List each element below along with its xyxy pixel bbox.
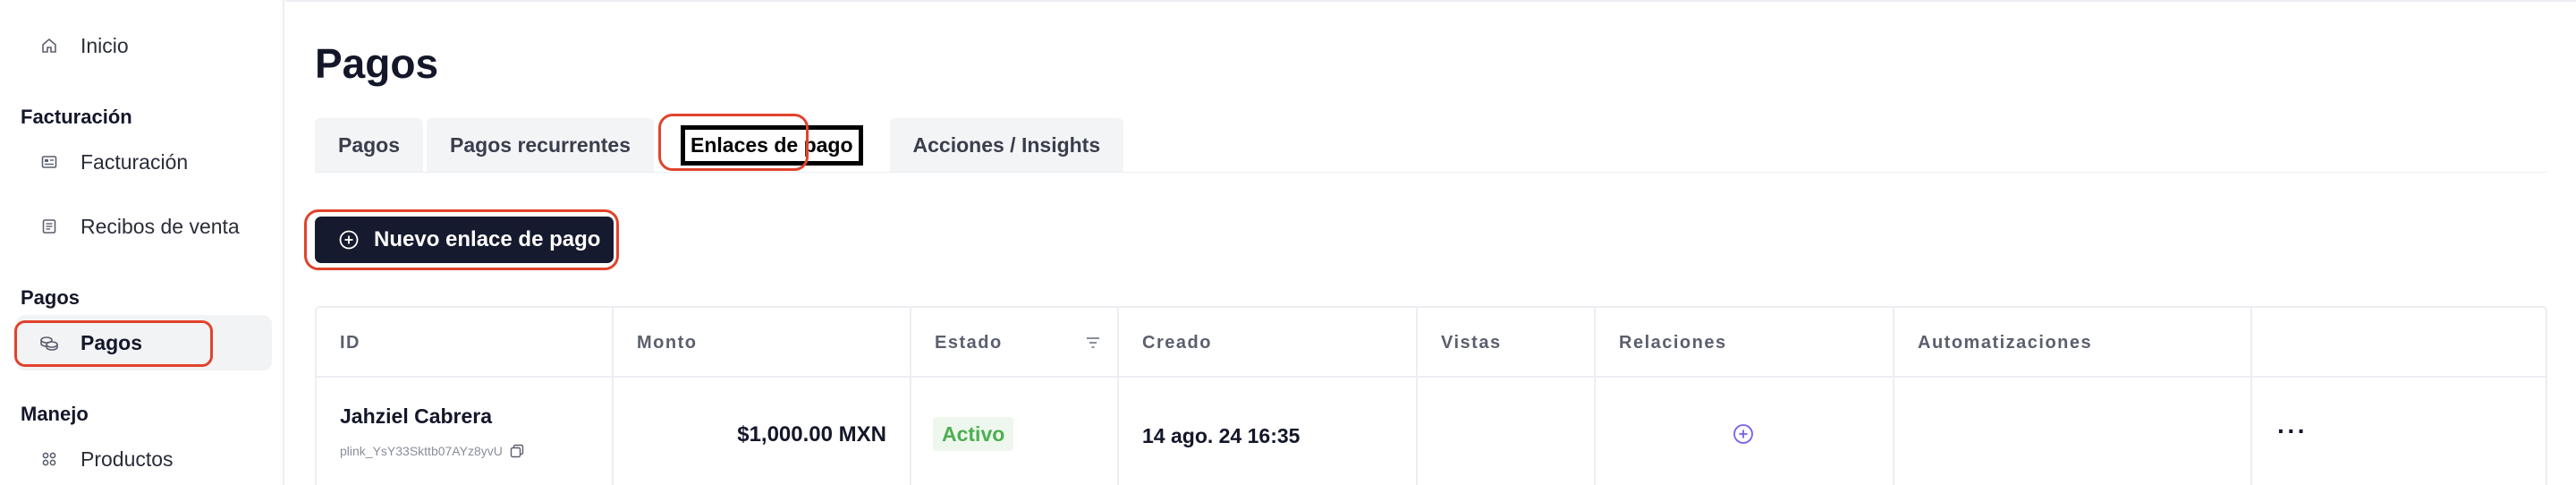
sidebar-section-pagos: Pagos xyxy=(21,286,80,309)
add-relation-icon[interactable] xyxy=(1732,422,1755,446)
column-header-relaciones[interactable]: Relaciones xyxy=(1596,308,1894,378)
cell-automatizaciones xyxy=(1894,378,2252,485)
sidebar-item-label: Productos xyxy=(80,447,174,471)
column-header-actions xyxy=(2252,308,2547,378)
tab-acciones-insights[interactable]: Acciones / Insights xyxy=(889,118,1124,172)
coins-icon xyxy=(38,331,61,354)
cell-actions: ··· xyxy=(2252,378,2547,485)
amount: $1,000.00 MXN xyxy=(737,422,886,447)
grid-icon xyxy=(38,447,61,471)
sidebar-item-productos[interactable]: Productos xyxy=(16,431,272,485)
payment-link-id-text: plink_YsY33Skttb07AYz8yvU xyxy=(340,444,503,458)
invoice-icon xyxy=(38,150,61,174)
cell-monto: $1,000.00 MXN xyxy=(614,378,911,485)
sidebar-item-facturacion[interactable]: Facturación xyxy=(16,134,272,190)
payment-links-table: ID Monto Estado Creado Vistas Relaciones… xyxy=(315,306,2547,485)
cell-creado: 14 ago. 24 16:35 xyxy=(1119,378,1418,485)
sidebar-section-facturacion: Facturación xyxy=(21,106,132,128)
sidebar-item-label: Recibos de venta xyxy=(80,214,240,238)
column-label: Estado xyxy=(935,332,1003,353)
tab-label: Enlaces de pago xyxy=(681,124,863,166)
copy-icon[interactable] xyxy=(510,444,524,458)
cell-id: Jahziel Cabrera plink_YsY33Skttb07AYz8yv… xyxy=(317,378,614,485)
column-header-monto[interactable]: Monto xyxy=(614,308,911,378)
sidebar-item-pagos[interactable]: Pagos xyxy=(16,315,272,370)
cell-estado: Activo xyxy=(911,378,1119,485)
tab-pagos-recurrentes[interactable]: Pagos recurrentes xyxy=(427,118,655,172)
receipt-icon xyxy=(38,215,61,238)
tab-bar: Pagos Pagos recurrentes Enlaces de pago … xyxy=(315,118,1124,172)
sidebar-item-inicio[interactable]: Inicio xyxy=(16,18,272,73)
sidebar-section-manejo: Manejo xyxy=(21,403,89,425)
new-payment-link-button[interactable]: Nuevo enlace de pago xyxy=(315,217,614,263)
column-header-id[interactable]: ID xyxy=(317,308,614,378)
button-label: Nuevo enlace de pago xyxy=(374,227,601,251)
column-header-creado[interactable]: Creado xyxy=(1119,308,1418,378)
sidebar-item-recibos-de-venta[interactable]: Recibos de venta xyxy=(16,199,272,254)
created-date: 14 ago. 24 16:35 xyxy=(1142,424,1301,447)
customer-name: Jahziel Cabrera xyxy=(340,404,493,428)
divider xyxy=(315,172,2547,173)
cell-relaciones xyxy=(1596,378,1894,485)
sidebar: Inicio Facturación Facturación Recibos d… xyxy=(0,0,284,485)
home-icon xyxy=(38,34,61,57)
table-header: ID Monto Estado Creado Vistas Relaciones… xyxy=(317,308,2546,378)
payment-link-id: plink_YsY33Skttb07AYz8yvU xyxy=(340,444,524,458)
tab-pagos[interactable]: Pagos xyxy=(315,118,424,172)
column-header-vistas[interactable]: Vistas xyxy=(1418,308,1596,378)
sidebar-item-label: Inicio xyxy=(80,33,129,57)
filter-icon[interactable] xyxy=(1085,335,1101,351)
sidebar-item-label: Facturación xyxy=(80,149,189,174)
plus-circle-icon xyxy=(338,229,360,251)
more-options-icon[interactable]: ··· xyxy=(2277,417,2308,446)
status-badge: Activo xyxy=(933,417,1014,451)
divider xyxy=(286,0,2576,2)
sidebar-item-label: Pagos xyxy=(80,330,143,354)
column-header-automatizaciones[interactable]: Automatizaciones xyxy=(1894,308,2252,378)
page-title: Pagos xyxy=(315,40,439,87)
cell-vistas xyxy=(1418,378,1596,485)
tab-enlaces-de-pago[interactable]: Enlaces de pago xyxy=(657,118,886,172)
column-header-estado[interactable]: Estado xyxy=(911,308,1119,378)
